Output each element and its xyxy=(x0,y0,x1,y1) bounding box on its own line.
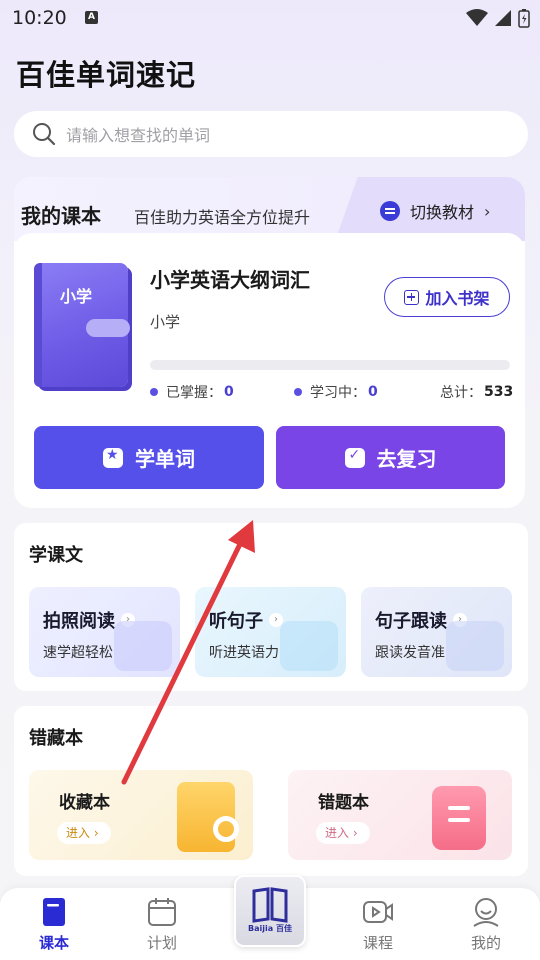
photo-reading-tile[interactable]: 拍照阅读 › 速学超轻松 xyxy=(29,587,180,677)
learn-text-title: 学课文 xyxy=(29,545,83,566)
video-icon xyxy=(363,901,393,923)
learning-label: 学习中： xyxy=(310,385,366,401)
stat-learning: 学习中： 0 xyxy=(294,382,378,402)
star-badge-icon xyxy=(103,447,123,468)
status-time: 10:20 xyxy=(12,7,67,29)
progress-bar xyxy=(150,360,510,370)
search-bar[interactable]: 请输入想查找的单词 xyxy=(14,111,528,157)
tile-name: 听句子 › xyxy=(209,607,283,633)
mistakes-name: 错题本 xyxy=(318,793,369,813)
read-along-tile[interactable]: 句子跟读 › 跟读发音准 xyxy=(361,587,512,677)
camera-icon xyxy=(114,621,172,671)
tab-profile[interactable]: 我的 xyxy=(454,896,518,953)
total-label: 总计： xyxy=(440,385,482,401)
app-title: 百佳单词速记 xyxy=(16,58,197,92)
calendar-icon xyxy=(148,898,176,926)
switch-icon xyxy=(380,201,400,221)
wifi-icon xyxy=(466,9,488,26)
battery-icon xyxy=(518,9,530,28)
clipboard-line xyxy=(448,806,470,810)
cover-text: 小学 xyxy=(60,287,93,306)
switch-textbook-button[interactable]: 切换教材 › xyxy=(380,199,490,223)
mistakes-enter-button[interactable]: 进入 › xyxy=(316,822,370,844)
plus-square-icon xyxy=(404,289,420,305)
favorites-enter-button[interactable]: 进入 › xyxy=(57,822,111,844)
tile-desc: 听进英语力 xyxy=(209,645,279,661)
listen-sentence-tile[interactable]: 听句子 › 听进英语力 xyxy=(195,587,346,677)
favorites-card[interactable]: 收藏本 进入 › xyxy=(29,770,253,860)
learning-dot xyxy=(294,388,302,396)
tab-course[interactable]: 课程 xyxy=(346,896,410,953)
tab-label: 我的 xyxy=(470,934,501,952)
text-document-icon xyxy=(446,621,504,671)
tab-plan[interactable]: 计划 xyxy=(130,896,194,953)
stat-mastered: 已掌握： 0 xyxy=(150,382,234,402)
book-icon xyxy=(43,898,65,926)
cover-clasp xyxy=(86,319,130,337)
chevron-right-icon: › xyxy=(484,201,491,221)
tab-textbook[interactable]: 课本 xyxy=(22,896,86,953)
learning-value: 0 xyxy=(368,384,378,400)
profile-icon xyxy=(473,898,499,927)
mistakes-card[interactable]: 错题本 进入 › xyxy=(288,770,512,860)
my-books-subtitle: 百佳助力英语全方位提升 xyxy=(134,208,311,227)
book-cover[interactable]: 小学 xyxy=(34,263,130,387)
add-to-shelf-label: 加入书架 xyxy=(425,289,490,308)
listen-person-icon xyxy=(280,621,338,671)
tab-label: 课程 xyxy=(362,934,393,952)
stat-total: 总计： 533 xyxy=(440,382,513,402)
learn-words-label: 学单词 xyxy=(135,447,195,471)
cover-spine xyxy=(34,263,42,387)
clipboard-line xyxy=(448,818,470,822)
tab-label: 计划 xyxy=(146,934,177,952)
notification-a-icon: A xyxy=(85,11,98,24)
notebook-title: 错藏本 xyxy=(29,728,83,749)
mastered-dot xyxy=(150,388,158,396)
add-to-shelf-button[interactable]: 加入书架 xyxy=(384,277,510,317)
status-bar: 10:20 A xyxy=(0,0,540,36)
favorites-name: 收藏本 xyxy=(59,793,110,813)
tile-desc: 跟读发音准 xyxy=(375,645,445,661)
center-logo-button[interactable]: Baijia 百佳 xyxy=(234,875,306,947)
review-button[interactable]: 去复习 xyxy=(276,426,505,489)
signal-icon xyxy=(495,10,511,26)
mastered-value: 0 xyxy=(224,384,234,400)
review-label: 去复习 xyxy=(376,447,437,471)
mastered-label: 已掌握： xyxy=(166,385,222,401)
book-name: 小学英语大纲词汇 xyxy=(150,268,310,292)
center-logo-text: Baijia 百佳 xyxy=(248,924,292,933)
magnifier-icon xyxy=(213,816,239,842)
tile-desc: 速学超轻松 xyxy=(43,645,113,661)
book-grade: 小学 xyxy=(150,313,181,331)
baijia-logo-icon xyxy=(252,887,288,923)
learn-words-button[interactable]: 学单词 xyxy=(34,426,264,489)
total-value: 533 xyxy=(484,384,514,400)
switch-textbook-label: 切换教材 xyxy=(410,203,475,222)
my-books-title: 我的课本 xyxy=(21,204,101,228)
search-icon xyxy=(33,123,56,146)
notebook-section: 错藏本 收藏本 进入 › 错题本 进入 › xyxy=(14,706,528,876)
status-icons xyxy=(466,8,530,28)
calendar-check-icon xyxy=(344,447,365,468)
learn-text-section: 学课文 拍照阅读 › 速学超轻松 听句子 › 听进英语力 句子跟读 › 跟读发音准 xyxy=(14,523,528,691)
search-input[interactable]: 请输入想查找的单词 xyxy=(66,122,210,146)
tab-label: 课本 xyxy=(38,934,69,952)
